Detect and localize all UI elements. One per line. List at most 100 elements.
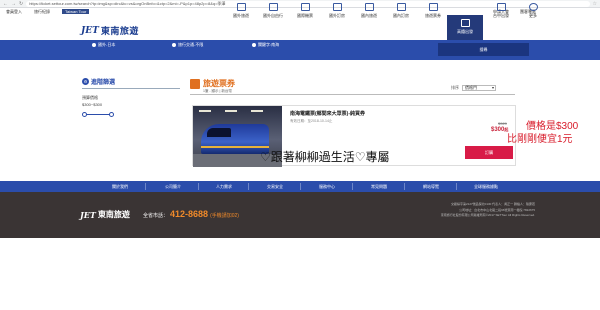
footer-divider <box>145 183 146 190</box>
member-login-link[interactable]: 會員登入 <box>6 9 22 14</box>
nav-label: 高鐵出發 <box>457 29 473 34</box>
filter-title: ⚙ 進階篩選 <box>82 77 182 86</box>
blog-caption-overlay: ♡跟著柳柳過生活♡專屬 <box>260 150 390 164</box>
order-button[interactable]: 訂購 <box>465 146 513 159</box>
nav-label: 國內旅遊 <box>361 13 377 18</box>
nav-item-overseas-tour[interactable]: 國外旅遊 <box>223 3 259 25</box>
nav-item-flights[interactable]: 國際機票 <box>287 3 323 25</box>
bus-icon <box>364 3 374 11</box>
footer-link-faq[interactable]: 常見問題 <box>371 184 387 189</box>
slider-max-handle[interactable] <box>109 112 114 117</box>
more-icon <box>528 3 538 11</box>
nav-label: 國外自由行 <box>263 13 283 18</box>
region-label: 國外-日本 <box>98 42 116 47</box>
keyword-option[interactable]: 關鍵字:南海 <box>252 42 279 47</box>
footer-logo[interactable]: JET 東南旅遊 <box>80 209 130 220</box>
copyright-text: 東南旅行社股份有限公司版權所有©2017 SETTour All Rights … <box>440 213 535 217</box>
radio-icon <box>92 42 96 47</box>
footer-link-jobs[interactable]: 人力需求 <box>216 184 232 189</box>
radio-icon <box>252 42 256 47</box>
nav-item-domestic-hotel[interactable]: 國內訂房 <box>383 3 419 25</box>
nav-label: 更多 <box>529 13 537 18</box>
nav-item-domestic-tour[interactable]: 國內旅遊 <box>351 3 387 25</box>
nav-item-free-trip[interactable]: 國外自由行 <box>255 3 291 25</box>
suitcase-icon <box>268 3 278 11</box>
nav-label: 旅遊票券 <box>425 13 441 18</box>
sort-control: 排序 價格門 <box>451 85 496 91</box>
price-range: $300~$300 <box>82 102 103 107</box>
sort-select[interactable]: 價格門 <box>462 85 496 91</box>
filter-icon: ⚙ <box>82 78 89 85</box>
nav-item-taichung[interactable]: 台中出發 <box>483 3 519 25</box>
slider-track <box>84 114 112 115</box>
price-label: 預算價格 <box>82 95 98 100</box>
slider-min-handle[interactable] <box>82 112 87 117</box>
nav-item-overseas-hotel[interactable]: 國外訂房 <box>319 3 355 25</box>
forward-icon[interactable]: → <box>11 0 16 8</box>
ticket-icon <box>190 78 200 89</box>
footer-divider <box>300 183 301 190</box>
footer-link-sitemap[interactable]: 網站導覽 <box>423 184 439 189</box>
site-footer: JET 東南旅遊 全省市話： 412-8688 (手機請加02) 交觀綜字第21… <box>0 192 600 238</box>
filter-title-text: 進階篩選 <box>91 80 116 86</box>
original-price: $320 <box>498 121 507 126</box>
nav-label: 國外訂房 <box>329 13 345 18</box>
logo-jet: JET <box>81 25 99 36</box>
footer-link-locations[interactable]: 全球服務據點 <box>474 184 498 189</box>
footer-logo-name: 東南旅遊 <box>97 209 130 219</box>
nav-label: 國際機票 <box>297 13 313 18</box>
footer-nav: 關於我們 公司簡介 人力需求 交易安全 服務中心 常見問題 網站導覽 全球服務據… <box>0 181 600 192</box>
nav-item-more[interactable]: 更多 <box>515 3 551 25</box>
taiwan-tour-link[interactable]: Taiwan Tour <box>62 9 90 14</box>
train-stripe <box>201 146 269 148</box>
nav-label: 台中出發 <box>493 13 509 18</box>
nav-item-tickets[interactable]: 旅遊票券 <box>415 3 451 25</box>
footer-link-about[interactable]: 關於我們 <box>112 184 128 189</box>
price-note-overlay: 價格是$300 <box>526 121 579 132</box>
hotline-number[interactable]: 412-8688 <box>170 209 208 219</box>
site-logo[interactable]: JET 東南旅遊 <box>81 24 139 38</box>
plane-icon <box>300 3 310 11</box>
hotline-label: 全省市話： <box>143 213 169 219</box>
radio-icon <box>172 42 176 47</box>
sale-price-suffix: 起 <box>504 127 509 132</box>
sort-label: 排序 <box>451 85 459 90</box>
hotline: 全省市話： 412-8688 (手機請加02) <box>143 209 239 219</box>
footer-divider <box>352 183 353 190</box>
footer-logo-jet: JET <box>80 209 96 220</box>
product-name[interactable]: 南海電鐵票(鄉間來大眾票)-純買券 <box>290 110 365 117</box>
region-option[interactable]: 國外-日本 <box>92 42 115 47</box>
ceiling-light <box>199 110 211 112</box>
cheaper-note-overlay: 比剛剛便宜1元 <box>507 134 573 145</box>
ticket-icon <box>428 3 438 11</box>
footer-divider <box>198 183 199 190</box>
nav-label: 國外旅遊 <box>233 13 249 18</box>
back-icon[interactable]: ← <box>3 0 8 8</box>
results-title: 旅遊票券 <box>190 78 235 89</box>
filter-panel: ⚙ 進階篩選 預算價格 $300~$300 <box>82 77 182 117</box>
transport-option[interactable]: 旅行交通-不限 <box>172 42 203 47</box>
keyword-label: 關鍵字:南海 <box>258 42 280 47</box>
sale-price-value: $300 <box>491 127 505 133</box>
results-title-text: 旅遊票券 <box>203 79 235 88</box>
history-link[interactable]: 旅行紀錄 <box>34 9 50 14</box>
footer-link-service[interactable]: 服務中心 <box>319 184 335 189</box>
footer-link-company[interactable]: 公司簡介 <box>165 184 181 189</box>
footer-divider <box>404 183 405 190</box>
ceiling-light <box>225 110 237 112</box>
nav-item-hsr[interactable]: 高鐵出發 <box>447 15 483 40</box>
globe-icon <box>236 3 246 11</box>
page-blank-area <box>0 238 600 310</box>
nav-label: 國內訂房 <box>393 13 409 18</box>
train-icon <box>460 19 470 27</box>
building-icon <box>396 3 406 11</box>
price-slider[interactable] <box>82 112 114 117</box>
search-button[interactable]: 搜尋 <box>438 43 529 56</box>
footer-divider <box>248 183 249 190</box>
search-band: 國外-日本 旅行交通-不限 關鍵字:南海 搜尋 <box>0 40 600 60</box>
logo-name: 東南旅遊 <box>100 27 139 37</box>
bookmark-star-icon[interactable]: ☆ <box>593 0 597 8</box>
hotel-icon <box>332 3 342 11</box>
reload-icon[interactable]: ↻ <box>19 0 23 8</box>
footer-link-security[interactable]: 交易安全 <box>267 184 283 189</box>
